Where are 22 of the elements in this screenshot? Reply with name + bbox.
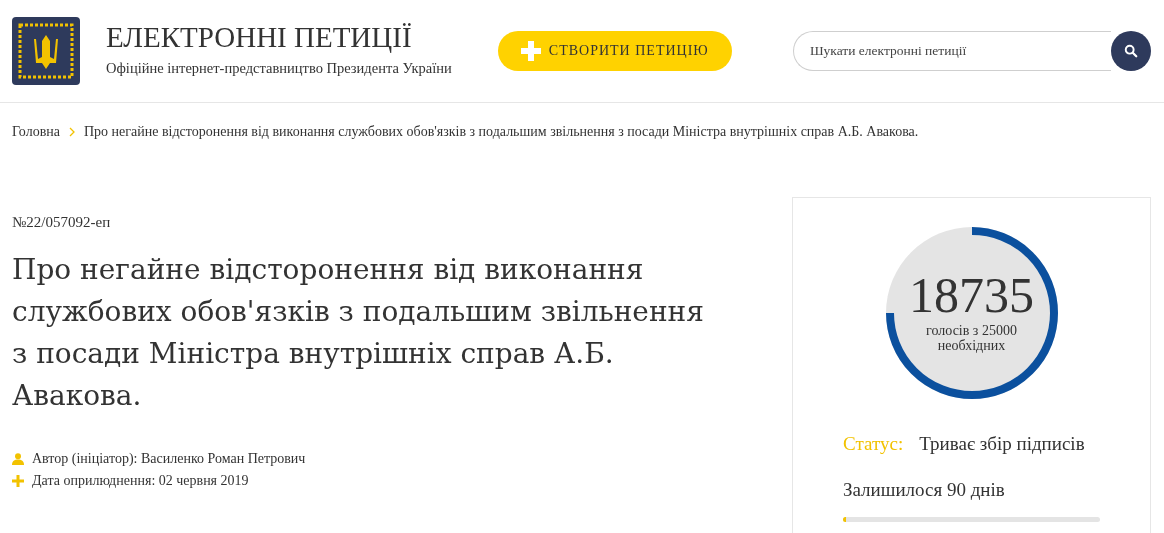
status-label: Статус: (843, 433, 904, 455)
petition-number: №22/057092-еп (12, 214, 112, 231)
search-button[interactable] (1111, 31, 1151, 71)
person-icon (12, 453, 24, 465)
breadcrumb-link[interactable]: Головна (12, 124, 60, 140)
site-subtitle: Офіційне інтернет-представництво Президента України (106, 59, 452, 77)
votes-count: 18735 (908, 269, 1035, 321)
petition-title: Про негайне відсторонення від виконання службових обов'язків з подальшим звільнення з посади Міністра внутрішніх справ А.Б. Авакова. (12, 252, 705, 414)
date-text: Дата оприлюднення: 02 червня 2019 (32, 473, 249, 489)
search-field[interactable]: Шукати електронні петиції (793, 31, 1111, 71)
create-petition-button[interactable]: СТВОРИТИ ПЕТИЦІЮ (497, 31, 732, 71)
author-text: Автор (ініціатор): Василенко Роман Петрович (32, 451, 306, 467)
status-value: Триває збір підписів (919, 433, 1085, 455)
plus-icon (520, 41, 541, 61)
votes-caption: голосів з 25000 необхідних (925, 323, 1018, 353)
chevron-icon (69, 127, 75, 137)
site-title[interactable]: ЕЛЕКТРОННІ ПЕТИЦІЇ (106, 19, 452, 54)
breadcrumb-current: Про негайне відсторонення від виконання службових обов'язків з подальшим звільнення з посади Міністра внутрішніх справ А.Б. Авакова. (84, 124, 919, 140)
days-remaining: Залишилося 90 днів (843, 479, 1006, 501)
search-icon (1124, 44, 1138, 58)
plus-icon (12, 475, 24, 487)
trident-logo-icon[interactable] (12, 17, 80, 85)
